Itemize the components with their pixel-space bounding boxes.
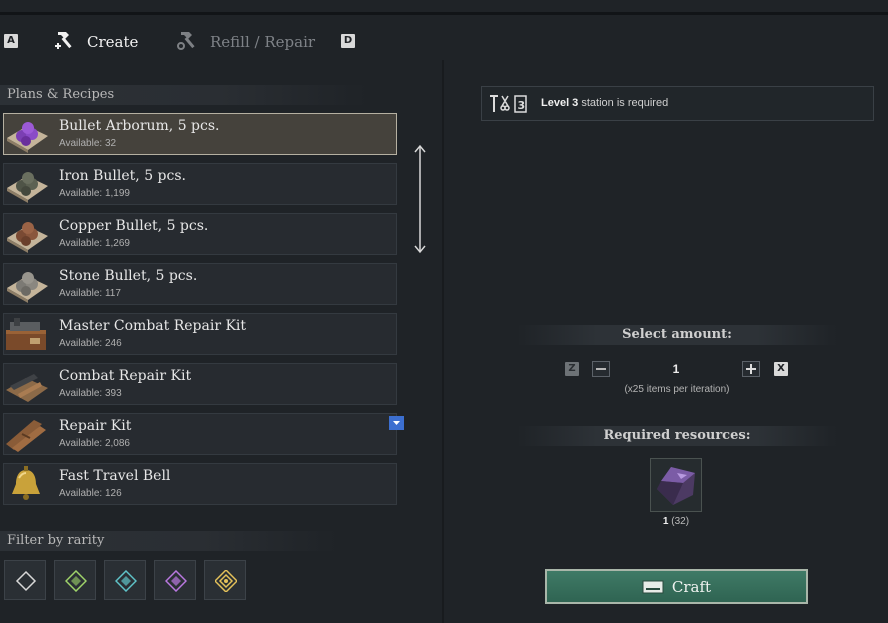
- recipe-name: Combat Repair Kit: [59, 368, 192, 384]
- diamond-common-icon: [15, 570, 37, 592]
- station-requirement: 3 Level 3 station is required: [481, 86, 874, 121]
- diamond-uncommon-icon: [65, 570, 87, 592]
- scroll-arrows-icon[interactable]: [412, 144, 428, 254]
- recipe-name: Copper Bullet, 5 pcs.: [59, 218, 209, 234]
- recipe-available: Available: 1,199: [59, 188, 130, 199]
- tab-refill-label: Refill / Repair: [210, 33, 316, 51]
- keyboard-key-icon: [642, 580, 664, 593]
- repair-kit-icon: [6, 420, 46, 452]
- recipe-item[interactable]: Iron Bullet, 5 pcs. Available: 1,199: [3, 163, 397, 205]
- required-resources-header: Required resources:: [517, 426, 837, 446]
- recipe-available: Available: 393: [59, 388, 122, 399]
- station-level: Level 3: [541, 97, 579, 109]
- recipe-name: Master Combat Repair Kit: [59, 318, 247, 334]
- recipe-item[interactable]: Bullet Arborum, 5 pcs. Available: 32: [3, 113, 397, 155]
- rarity-filter-rare[interactable]: [104, 560, 146, 600]
- key-hint-z: Z: [565, 362, 579, 376]
- diamond-rare-icon: [115, 570, 137, 592]
- select-amount-header: Select amount:: [517, 325, 837, 345]
- increase-button[interactable]: [742, 361, 760, 377]
- craft-button[interactable]: Craft: [545, 569, 808, 604]
- svg-text:3: 3: [518, 99, 526, 112]
- plus-icon: [746, 364, 756, 374]
- wrench-icon: [176, 28, 200, 56]
- top-divider: [0, 12, 888, 15]
- minus-icon: [596, 368, 606, 370]
- recipe-name: Stone Bullet, 5 pcs.: [59, 268, 198, 284]
- recipe-item[interactable]: Fast Travel Bell Available: 126: [3, 463, 397, 505]
- hammer-icon: [53, 28, 77, 56]
- rarity-filter-uncommon[interactable]: [54, 560, 96, 600]
- resource-have: (32): [671, 516, 690, 527]
- tab-refill-repair[interactable]: Refill / Repair: [176, 28, 315, 56]
- decrease-button[interactable]: [592, 361, 610, 377]
- iron-bullets-icon: [7, 172, 48, 203]
- purple-ore-icon: [657, 467, 695, 505]
- stone-bullets-icon: [7, 272, 48, 303]
- key-hint-d: D: [341, 34, 355, 48]
- recipe-name: Fast Travel Bell: [59, 468, 171, 484]
- key-hint-x: X: [774, 362, 788, 376]
- rarity-filter-common[interactable]: [4, 560, 46, 600]
- resource-slot[interactable]: [650, 458, 702, 512]
- purple-bullets-icon: [7, 122, 48, 153]
- filter-header: Filter by rarity: [0, 531, 337, 551]
- recipe-available: Available: 1,269: [59, 238, 130, 249]
- station-text: station is required: [581, 97, 669, 109]
- recipe-name: Bullet Arborum, 5 pcs.: [59, 118, 220, 134]
- recipe-available: Available: 117: [59, 288, 121, 299]
- diamond-legendary-icon: [215, 570, 237, 592]
- recipe-available: Available: 2,086: [59, 438, 130, 449]
- recipe-available: Available: 126: [59, 488, 122, 499]
- recipe-item[interactable]: Copper Bullet, 5 pcs. Available: 1,269: [3, 213, 397, 255]
- rarity-filter-epic[interactable]: [154, 560, 196, 600]
- key-hint-a: A: [4, 34, 18, 48]
- items-per-iteration-note: (x25 items per iteration): [624, 384, 730, 395]
- panel-divider: [442, 60, 444, 623]
- resource-needed: 1: [662, 516, 669, 527]
- recipe-item[interactable]: Stone Bullet, 5 pcs. Available: 117: [3, 263, 397, 305]
- plans-header: Plans & Recipes: [0, 85, 367, 105]
- tools-station-icon: 3: [490, 95, 527, 113]
- combat-repair-kit-icon: [6, 374, 48, 402]
- recipe-name: Iron Bullet, 5 pcs.: [59, 168, 186, 184]
- bell-icon: [12, 466, 40, 500]
- master-repair-kit-icon: [6, 318, 46, 350]
- diamond-epic-icon: [165, 570, 187, 592]
- recipe-item[interactable]: Repair Kit Available: 2,086: [3, 413, 397, 455]
- craft-label: Craft: [671, 577, 712, 596]
- recipe-item[interactable]: Master Combat Repair Kit Available: 246: [3, 313, 397, 355]
- quantity-input[interactable]: 1: [612, 359, 740, 379]
- recipe-available: Available: 246: [59, 338, 122, 349]
- resource-count: 1 (32): [650, 516, 702, 527]
- tab-create[interactable]: Create: [53, 28, 138, 56]
- copper-bullets-icon: [7, 222, 48, 253]
- chevron-down-icon: [393, 421, 400, 425]
- tab-create-label: Create: [87, 33, 139, 51]
- recipe-name: Repair Kit: [59, 418, 132, 434]
- recipe-item[interactable]: Combat Repair Kit Available: 393: [3, 363, 397, 405]
- rarity-filter-legendary[interactable]: [204, 560, 246, 600]
- recipe-available: Available: 32: [59, 138, 117, 149]
- dropdown-arrow-button[interactable]: [389, 416, 404, 430]
